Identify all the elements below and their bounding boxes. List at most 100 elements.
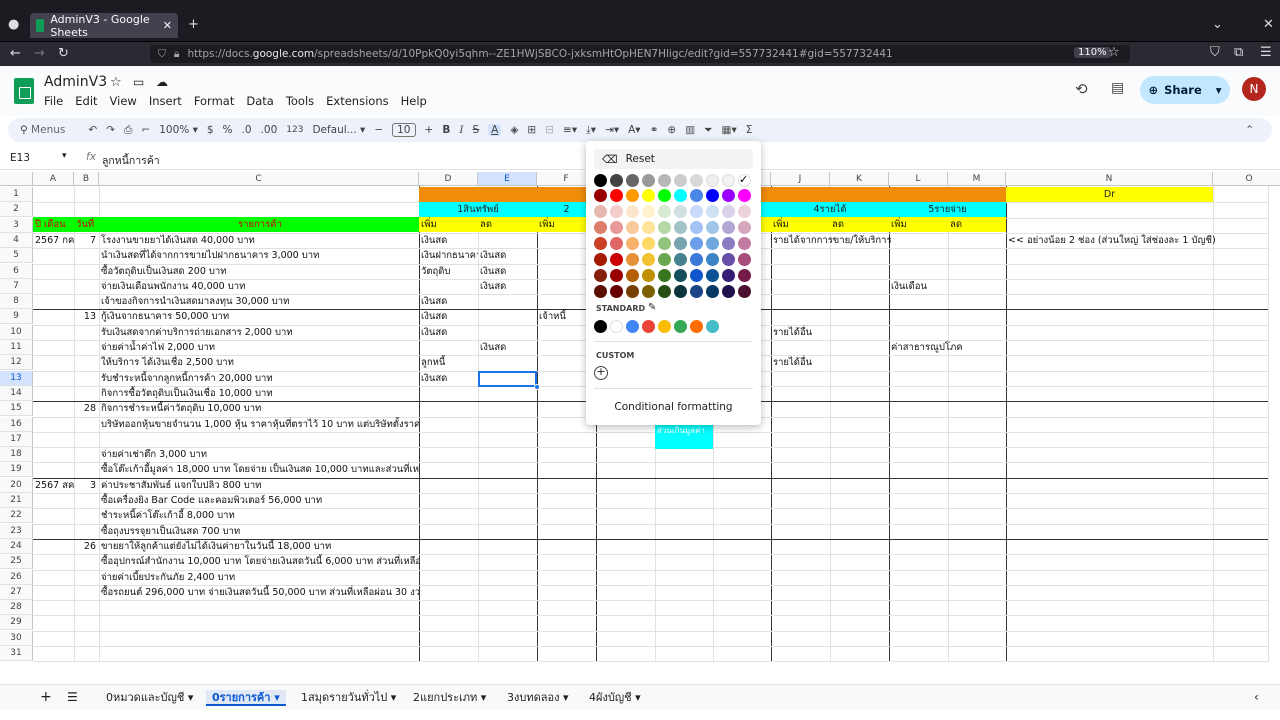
color-swatch[interactable] xyxy=(674,269,687,282)
cell-c5[interactable]: นำเงินสดที่ได้จากการขายไปฝากธนาคาร 3,000… xyxy=(99,248,419,263)
decrease-decimal-button[interactable]: .0 xyxy=(242,124,252,136)
row-header-23[interactable]: 23 xyxy=(0,523,33,539)
comments-icon[interactable]: ▤ xyxy=(1111,80,1124,96)
color-swatch[interactable] xyxy=(706,237,719,250)
color-swatch[interactable] xyxy=(706,269,719,282)
cell-e11[interactable]: เงินสด xyxy=(478,340,537,355)
hidden-note-cell[interactable]: ส่วนเกินมูลค่า xyxy=(655,425,713,449)
row-header-16[interactable]: 16 xyxy=(0,416,33,432)
color-swatch[interactable] xyxy=(610,253,623,266)
selected-cell[interactable] xyxy=(478,371,537,387)
color-swatch[interactable] xyxy=(642,285,655,298)
color-swatch[interactable] xyxy=(594,269,607,282)
sheet-tab-4[interactable]: 3งบทดลอง ▾ xyxy=(507,690,569,706)
close-window-icon[interactable]: ✕ xyxy=(1263,18,1274,31)
fill-handle[interactable] xyxy=(534,384,540,390)
color-swatch[interactable] xyxy=(706,253,719,266)
cell-j12[interactable]: รายได้อื่น xyxy=(771,355,1007,370)
font-select[interactable]: Defaul... ▾ xyxy=(312,124,365,136)
color-swatch[interactable] xyxy=(674,221,687,234)
row-header-17[interactable]: 17 xyxy=(0,431,33,447)
sidebar-toggle-icon[interactable]: ‹ xyxy=(1254,690,1259,704)
cell-c16[interactable]: บริษัทออกหุ้นขายจำนวน 1,000 หุ้น ราคาหุ้… xyxy=(99,417,419,432)
cell-c12[interactable]: ให้บริการ ได้เงินเชื่อ 2,500 บาท xyxy=(99,355,419,370)
row-header-15[interactable]: 15 xyxy=(0,401,33,417)
row-header-7[interactable]: 7 xyxy=(0,278,33,294)
header-l-increase[interactable]: เพิ่ม xyxy=(889,217,948,232)
color-swatch[interactable] xyxy=(610,237,623,250)
move-folder-icon[interactable]: ▭ xyxy=(133,75,144,89)
cell-a20[interactable]: 2567 สค xyxy=(33,478,74,493)
standard-color-swatch[interactable] xyxy=(674,320,687,333)
menu-tools[interactable]: Tools xyxy=(286,94,314,108)
color-swatch[interactable] xyxy=(738,269,751,282)
color-swatch[interactable] xyxy=(690,237,703,250)
bookmark-star-icon[interactable]: ☆ xyxy=(1108,46,1120,59)
color-swatch[interactable] xyxy=(626,189,639,202)
cell-b4[interactable]: 7 xyxy=(74,233,99,248)
name-box[interactable]: E13 xyxy=(10,152,30,164)
color-swatch[interactable] xyxy=(594,237,607,250)
filter-views-icon[interactable]: ▦▾ xyxy=(722,124,737,136)
standard-color-swatch[interactable] xyxy=(594,320,607,333)
cell-c13[interactable]: รับชำระหนี้จากลูกหนี้การค้า 20,000 บาท xyxy=(99,371,419,386)
url-field[interactable]: ⛉ 🔒︎ https://docs.google.com/spreadsheet… xyxy=(150,45,1130,63)
menu-format[interactable]: Format xyxy=(194,94,235,108)
row-header-13[interactable]: 13 xyxy=(0,370,33,386)
header-j-increase[interactable]: เพิ่ม xyxy=(771,217,830,232)
col-header-b[interactable]: B xyxy=(74,172,99,186)
cell-c18[interactable]: จ่ายค่าเช่าตึก 3,000 บาท xyxy=(99,447,419,462)
sheet-tab-2[interactable]: 1สมุดรายวันทั่วไป ▾ xyxy=(301,690,396,706)
cell-l7[interactable]: เงินเดือน xyxy=(889,279,1006,294)
color-swatch[interactable] xyxy=(690,269,703,282)
edit-standard-icon[interactable]: ✎ xyxy=(648,302,656,313)
color-swatch[interactable] xyxy=(610,221,623,234)
merge-cells-icon[interactable]: ⊟ xyxy=(545,124,554,136)
row-header-26[interactable]: 26 xyxy=(0,569,33,585)
horizontal-align-icon[interactable]: ≡▾ xyxy=(563,124,577,136)
forward-icon[interactable]: → xyxy=(34,47,45,60)
color-swatch[interactable] xyxy=(738,205,751,218)
insert-chart-icon[interactable]: ▥ xyxy=(685,124,695,136)
color-swatch[interactable] xyxy=(642,174,655,187)
cell-c7[interactable]: จ่ายเงินเดือนพนักงาน 40,000 บาท xyxy=(99,279,419,294)
row-header-24[interactable]: 24 xyxy=(0,538,33,554)
new-tab-icon[interactable]: + xyxy=(188,18,199,31)
color-swatch[interactable] xyxy=(674,237,687,250)
font-size-input[interactable]: 10 xyxy=(392,123,416,137)
color-swatch[interactable] xyxy=(594,189,607,202)
standard-color-swatch[interactable] xyxy=(658,320,671,333)
cell-d13[interactable]: เงินสด xyxy=(419,371,478,386)
color-swatch[interactable] xyxy=(626,285,639,298)
cell-c21[interactable]: ซื้อเครื่องยิง Bar Code และคอมพิวเตอร์ 5… xyxy=(99,493,419,508)
standard-color-swatch[interactable] xyxy=(690,320,703,333)
color-swatch[interactable] xyxy=(674,174,687,187)
cell-c11[interactable]: จ่ายค่าน้ำค่าไฟ 2,000 บาท xyxy=(99,340,419,355)
extensions-icon[interactable]: ⧉ xyxy=(1234,46,1243,59)
paint-format-icon[interactable]: ⌐ xyxy=(141,124,150,136)
col-header-a[interactable]: A xyxy=(33,172,74,186)
color-swatch[interactable] xyxy=(690,189,703,202)
standard-color-swatch[interactable] xyxy=(626,320,639,333)
color-swatch[interactable] xyxy=(706,189,719,202)
col-header-e[interactable]: E xyxy=(478,172,537,186)
color-swatch[interactable] xyxy=(658,174,671,187)
header-e-decrease[interactable]: ลด xyxy=(478,217,537,232)
cell-c24[interactable]: ขายยาให้ลูกค้าแต่ยังไม่ได้เงินค่ายาในวัน… xyxy=(99,539,419,554)
color-swatch[interactable] xyxy=(722,174,735,187)
italic-icon[interactable]: I xyxy=(459,124,463,136)
color-swatch[interactable] xyxy=(642,237,655,250)
color-swatch[interactable] xyxy=(722,285,735,298)
share-button[interactable]: ⊕ Share ▾ xyxy=(1140,76,1230,104)
cell-b24[interactable]: 26 xyxy=(74,539,99,554)
cell-e5[interactable]: เงินสด xyxy=(478,248,537,263)
cell-j10[interactable]: รายได้อื่น xyxy=(771,325,1007,340)
expense-header[interactable]: 5รายจ่าย xyxy=(889,202,1006,217)
color-swatch[interactable] xyxy=(642,189,655,202)
avatar[interactable]: N xyxy=(1242,77,1266,101)
color-swatch[interactable] xyxy=(738,285,751,298)
cell-c10[interactable]: รับเงินสดจากค่าบริการถ่ายเอกสาร 2,000 บา… xyxy=(99,325,419,340)
formula-input[interactable]: ลูกหนี้การค้า xyxy=(102,152,160,169)
row-header-28[interactable]: 28 xyxy=(0,600,33,616)
color-swatch[interactable] xyxy=(706,221,719,234)
